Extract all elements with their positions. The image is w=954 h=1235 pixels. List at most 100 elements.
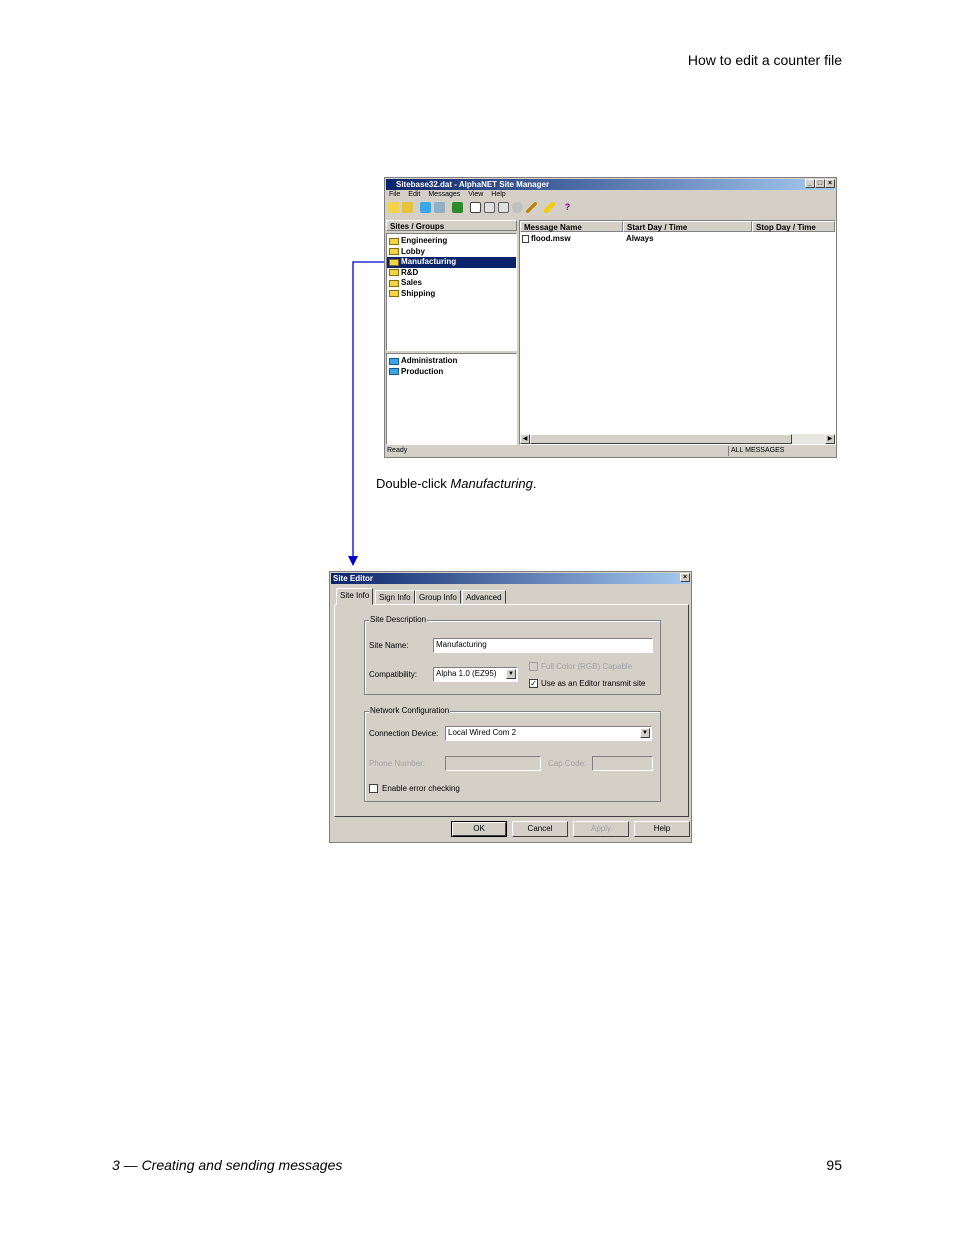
page-header: How to edit a counter file bbox=[687, 52, 842, 68]
tree-item-shipping[interactable]: Shipping bbox=[387, 289, 516, 300]
groups-tree: Administration Production bbox=[386, 353, 517, 445]
open-folder-icon[interactable] bbox=[402, 202, 413, 213]
open-folder-icon bbox=[389, 290, 399, 298]
tab-group-info[interactable]: Group Info bbox=[415, 590, 461, 604]
page-number: 95 bbox=[826, 1157, 842, 1173]
folder-icon bbox=[389, 279, 399, 287]
menu-view[interactable]: View bbox=[468, 191, 483, 198]
scroll-right-icon[interactable]: ▶ bbox=[825, 434, 835, 444]
status-filter: ALL MESSAGES bbox=[728, 446, 784, 456]
page-footer-chapter: 3 — Creating and sending messages bbox=[112, 1157, 343, 1173]
site-editor-titlebar: Site Editor bbox=[331, 573, 690, 584]
cancel-button[interactable]: Cancel bbox=[512, 821, 568, 837]
tree-item-label: Manufacturing bbox=[401, 257, 457, 266]
chevron-down-icon[interactable]: ▼ bbox=[640, 728, 650, 738]
tree-item-label: Engineering bbox=[401, 236, 448, 245]
menu-bar: File Edit Messages View Help bbox=[389, 191, 506, 198]
menu-messages[interactable]: Messages bbox=[428, 191, 460, 198]
caption-italic: Manufacturing bbox=[450, 476, 533, 491]
messages-list: Message Name Start Day / Time Stop Day /… bbox=[519, 220, 836, 445]
pointer-arrowhead bbox=[348, 556, 358, 566]
close-icon[interactable]: × bbox=[825, 179, 835, 188]
cap-code-input[interactable] bbox=[592, 756, 653, 771]
help-button[interactable]: Help bbox=[634, 821, 690, 837]
phone-number-input[interactable] bbox=[445, 756, 541, 771]
phone-number-label: Phone Number: bbox=[369, 759, 426, 768]
edit-pencil-icon[interactable] bbox=[526, 202, 537, 213]
tree-item-label: Shipping bbox=[401, 288, 436, 298]
close-icon[interactable]: × bbox=[680, 573, 690, 582]
cell-message-name: flood.msw bbox=[531, 234, 571, 243]
caption-prefix: Double-click bbox=[376, 476, 451, 491]
paste-icon[interactable] bbox=[498, 202, 509, 213]
open-folder-icon bbox=[389, 258, 399, 266]
figure-caption: Double-click Manufacturing. bbox=[376, 476, 536, 491]
tab-advanced[interactable]: Advanced bbox=[462, 590, 506, 604]
pointer-arrow bbox=[348, 261, 384, 566]
caption-suffix: . bbox=[532, 476, 537, 491]
tree-item-manufacturing[interactable]: Manufacturing bbox=[387, 257, 516, 268]
horizontal-scrollbar[interactable]: ◀ ▶ bbox=[520, 434, 835, 444]
compatibility-value: Alpha 1.0 (EZ95) bbox=[436, 669, 497, 678]
connection-device-value: Local Wired Com 2 bbox=[448, 728, 517, 737]
new-message-icon[interactable] bbox=[470, 202, 481, 213]
minimize-icon[interactable]: _ bbox=[805, 179, 815, 188]
site-manager-window: Sitebase32.dat - AlphaNET Site Manager _… bbox=[384, 177, 837, 458]
tree-item-lobby[interactable]: Lobby bbox=[387, 247, 516, 258]
col-stop-day-time[interactable]: Stop Day / Time bbox=[752, 221, 835, 232]
tree-item-label: Sales bbox=[401, 278, 422, 287]
tree-item-label: Administration bbox=[401, 356, 458, 365]
site-name-label: Site Name: bbox=[369, 641, 409, 650]
editor-transmit-checkbox[interactable]: ✓ bbox=[529, 679, 538, 688]
settings-icon[interactable] bbox=[512, 202, 523, 213]
ok-button[interactable]: OK bbox=[451, 821, 507, 837]
tree-item-engineering[interactable]: Engineering bbox=[387, 236, 516, 247]
delete-icon[interactable] bbox=[452, 202, 463, 213]
col-message-name[interactable]: Message Name bbox=[520, 221, 623, 232]
compatibility-select[interactable]: Alpha 1.0 (EZ95) ▼ bbox=[433, 667, 518, 682]
transmit-icon[interactable] bbox=[544, 202, 555, 213]
error-checking-checkbox[interactable] bbox=[369, 784, 378, 793]
new-folder-icon[interactable] bbox=[388, 202, 399, 213]
site-name-input[interactable]: Manufacturing bbox=[433, 638, 653, 653]
help-icon[interactable]: ? bbox=[562, 202, 573, 213]
connection-device-label: Connection Device: bbox=[369, 729, 439, 738]
maximize-icon[interactable]: □ bbox=[815, 179, 825, 188]
document-icon bbox=[522, 235, 529, 243]
open-group-icon[interactable] bbox=[434, 202, 445, 213]
folder-icon bbox=[389, 269, 399, 277]
network-config-title: Network Configuration bbox=[369, 706, 451, 715]
tree-item-production[interactable]: Production bbox=[387, 367, 516, 378]
full-color-checkbox[interactable] bbox=[529, 662, 538, 671]
tab-site-info[interactable]: Site Info bbox=[336, 588, 374, 605]
tree-item-sales[interactable]: Sales bbox=[387, 278, 516, 289]
tab-sign-info[interactable]: Sign Info bbox=[375, 590, 415, 604]
menu-help[interactable]: Help bbox=[491, 191, 505, 198]
table-row[interactable]: flood.msw Always bbox=[522, 234, 832, 244]
tree-item-label: Production bbox=[401, 366, 444, 376]
compatibility-label: Compatibility: bbox=[369, 670, 418, 679]
copy-icon[interactable] bbox=[484, 202, 495, 213]
scroll-left-icon[interactable]: ◀ bbox=[520, 434, 530, 444]
new-group-icon[interactable] bbox=[420, 202, 431, 213]
tree-item-label: Lobby bbox=[401, 246, 425, 256]
toolbar: ? bbox=[388, 202, 573, 213]
tree-item-rd[interactable]: R&D bbox=[387, 268, 516, 279]
tree-item-label: R&D bbox=[401, 267, 419, 277]
group-folder-icon bbox=[389, 357, 399, 365]
apply-button[interactable]: Apply bbox=[573, 821, 629, 837]
cell-start: Always bbox=[626, 234, 654, 243]
site-editor-title: Site Editor bbox=[333, 574, 374, 583]
chevron-down-icon[interactable]: ▼ bbox=[506, 669, 516, 679]
status-bar: Ready ALL MESSAGES bbox=[386, 446, 835, 456]
connection-device-select[interactable]: Local Wired Com 2 ▼ bbox=[445, 726, 652, 741]
col-start-day-time[interactable]: Start Day / Time bbox=[623, 221, 752, 232]
folder-icon bbox=[389, 237, 399, 245]
status-ready: Ready bbox=[387, 447, 408, 454]
group-folder-icon bbox=[389, 368, 399, 376]
site-description-title: Site Description bbox=[369, 615, 428, 624]
menu-file[interactable]: File bbox=[389, 191, 400, 198]
tree-item-administration[interactable]: Administration bbox=[387, 356, 516, 367]
scroll-thumb[interactable] bbox=[530, 434, 792, 444]
menu-edit[interactable]: Edit bbox=[408, 191, 420, 198]
